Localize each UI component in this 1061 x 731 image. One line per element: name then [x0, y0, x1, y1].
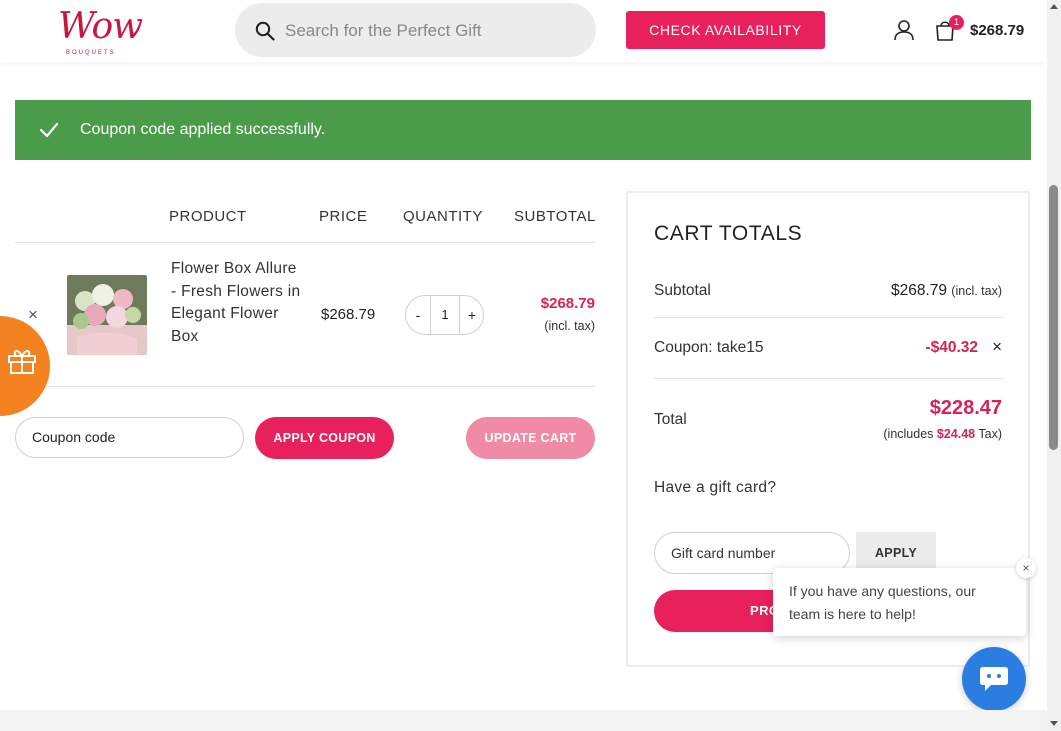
footer-strip [0, 710, 1047, 731]
coupon-code-input[interactable]: Coupon code [15, 417, 244, 458]
page-scrollbar[interactable] [1047, 0, 1061, 731]
totals-divider [654, 378, 1004, 379]
subtotal-label: Subtotal [654, 282, 711, 299]
chat-greeting-popup[interactable]: If you have any questions, our team is h… [773, 568, 1026, 636]
site-logo[interactable]: Wow BOUQUETS [58, 6, 143, 56]
header-quantity: QUANTITY [403, 208, 483, 225]
gift-icon [8, 350, 36, 374]
apply-coupon-button[interactable]: APPLY COUPON [255, 417, 394, 459]
search-icon [255, 21, 275, 41]
quantity-stepper: - 1 + [405, 295, 484, 335]
check-availability-button[interactable]: CHECK AVAILABILITY [626, 11, 825, 49]
header-subtotal: SUBTOTAL [514, 208, 596, 225]
coupon-label: Coupon: take15 [654, 339, 764, 356]
coupon-success-notice: Coupon code applied successfully. [15, 100, 1031, 160]
quantity-input[interactable]: 1 [430, 296, 460, 334]
tax-suffix: Tax) [975, 427, 1002, 441]
header-product: PRODUCT [169, 208, 247, 225]
total-label: Total [654, 411, 687, 428]
scroll-down-arrow-icon[interactable] [1050, 721, 1058, 726]
tax-prefix: (includes [883, 427, 937, 441]
subtotal-value: $268.79 (incl. tax) [891, 282, 1002, 300]
gift-widget-close-button[interactable]: × [28, 305, 38, 325]
search-bar[interactable]: Search for the Perfect Gift [235, 3, 596, 57]
order-total-value: $228.47 [929, 397, 1002, 419]
search-input[interactable]: Search for the Perfect Gift [285, 21, 482, 41]
cart-totals-title: CART TOTALS [654, 222, 803, 245]
user-icon[interactable] [893, 19, 915, 41]
line-subtotal-tax-note: (incl. tax) [544, 319, 595, 333]
tax-amount: $24.48 [936, 427, 976, 441]
cart-count-badge: 1 [949, 15, 964, 30]
update-cart-button[interactable]: UPDATE CART [466, 417, 595, 459]
logo-text: Wow [58, 6, 143, 47]
product-thumbnail[interactable] [67, 275, 147, 355]
scroll-up-arrow-icon[interactable] [1050, 4, 1058, 9]
quantity-decrease-button[interactable]: - [406, 296, 430, 334]
notice-message: Coupon code applied successfully. [80, 121, 326, 138]
checkmark-icon [39, 122, 59, 138]
product-price: $268.79 [321, 306, 376, 323]
quantity-increase-button[interactable]: + [460, 296, 484, 334]
remove-coupon-button[interactable]: × [992, 337, 1002, 357]
chat-popup-close-button[interactable]: × [1016, 558, 1036, 578]
header-price: PRICE [319, 208, 368, 225]
scrollbar-thumb[interactable] [1049, 185, 1058, 450]
coupon-discount-value: -$40.32 [925, 339, 978, 356]
header-cart-total[interactable]: $268.79 [970, 22, 1024, 39]
totals-divider [654, 317, 1004, 318]
total-tax-note: (includes $24.48 Tax) [883, 427, 1002, 441]
chat-launcher-button[interactable] [962, 647, 1026, 711]
table-divider [15, 242, 595, 243]
subtotal-amount: $268.79 [890, 282, 947, 299]
site-header: Wow BOUQUETS Search for the Perfect Gift… [0, 0, 1047, 62]
chat-bubble-icon [980, 667, 1008, 691]
line-subtotal: $268.79 [540, 295, 595, 312]
product-name-link[interactable]: Flower Box Allure - Fresh Flowers in Ele… [171, 258, 301, 348]
subtotal-tax-note: (incl. tax) [951, 284, 1002, 298]
table-divider [15, 386, 595, 387]
logo-subtext: BOUQUETS [66, 50, 116, 56]
gift-card-question: Have a gift card? [654, 479, 777, 496]
